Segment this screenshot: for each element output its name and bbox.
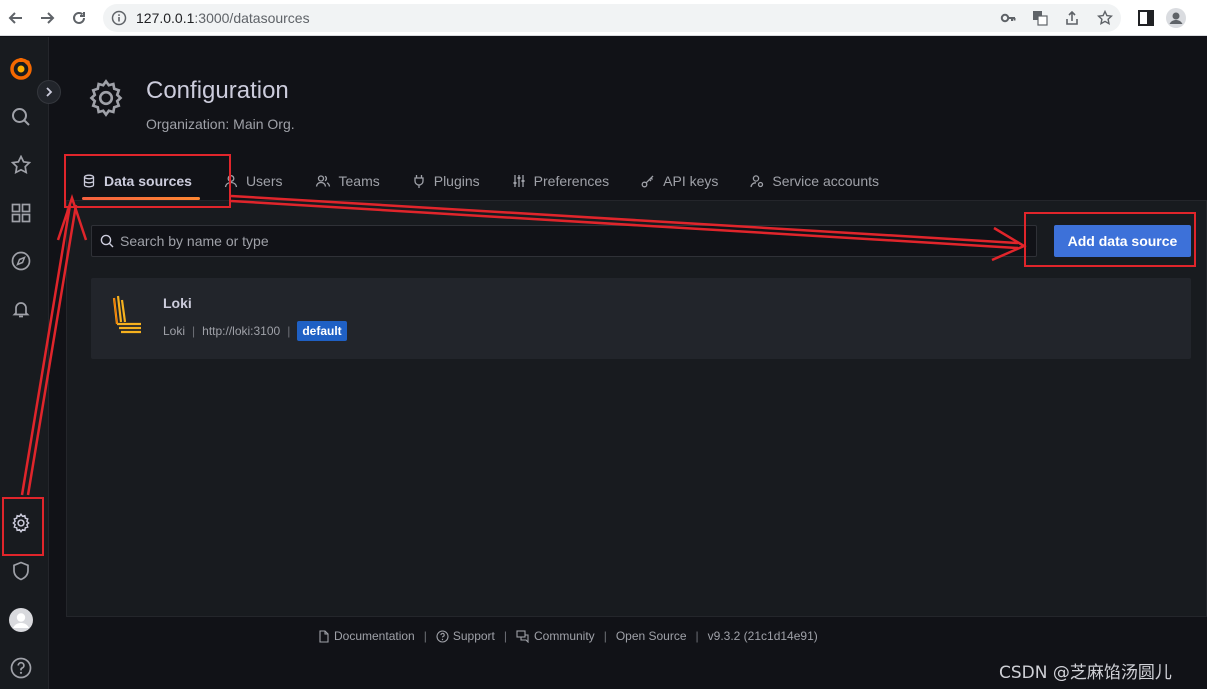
- footer-community-label: Community: [534, 629, 595, 643]
- plug-icon: [414, 175, 424, 188]
- default-badge: default: [297, 321, 347, 341]
- explore-compass-icon[interactable]: [9, 249, 33, 273]
- footer-version: v9.3.2 (21c1d14e91): [708, 629, 818, 643]
- star-icon[interactable]: [1097, 10, 1113, 26]
- share-icon[interactable]: [1064, 10, 1080, 26]
- tab-label: Users: [245, 173, 283, 189]
- datasource-url: http://loki:3100: [202, 324, 281, 338]
- user-cog-icon: [750, 175, 764, 188]
- grafana-sidebar: [0, 37, 49, 689]
- separator: |: [287, 324, 291, 338]
- users-icon: [315, 175, 330, 187]
- datasource-card-loki[interactable]: Loki Loki | http://loki:3100 | default: [91, 278, 1191, 359]
- footer-version-label: v9.3.2 (21c1d14e91): [707, 629, 818, 643]
- footer-support-link[interactable]: Support: [436, 629, 495, 643]
- search-icon: [100, 234, 114, 248]
- server-admin-shield-icon[interactable]: [9, 559, 33, 583]
- main-area: Configuration Organization: Main Org. Da…: [49, 37, 1207, 689]
- page-subtitle: Organization: Main Org.: [146, 116, 295, 132]
- tab-api-keys[interactable]: API keys: [625, 162, 734, 200]
- search-input[interactable]: [120, 226, 1030, 256]
- footer-open-source-label: Open Source: [615, 629, 687, 643]
- question-circle-icon: [436, 629, 449, 643]
- footer-support-label: Support: [452, 629, 495, 643]
- separator: |: [192, 324, 196, 338]
- tab-label: API keys: [663, 173, 719, 189]
- key-icon[interactable]: [1000, 10, 1016, 26]
- profile-avatar-icon[interactable]: [1166, 8, 1186, 28]
- tab-plugins[interactable]: Plugins: [396, 162, 496, 200]
- side-panel-icon[interactable]: [1136, 8, 1156, 28]
- tab-teams[interactable]: Teams: [299, 162, 396, 200]
- sliders-icon: [513, 175, 525, 187]
- tab-label: Teams: [338, 173, 380, 189]
- search-box: [91, 225, 1037, 257]
- footer-documentation-label: Documentation: [334, 629, 415, 643]
- csdn-watermark: CSDN @芝麻馅汤圆儿: [999, 663, 1172, 683]
- tab-label: Plugins: [433, 173, 480, 189]
- tab-label: Service accounts: [772, 173, 879, 189]
- back-arrow-icon[interactable]: [6, 8, 26, 28]
- footer-open-source-link[interactable]: Open Source: [616, 629, 687, 643]
- footer-separator: |: [503, 629, 507, 643]
- starred-icon[interactable]: [9, 153, 33, 177]
- reload-icon[interactable]: [69, 8, 89, 28]
- key-icon: [641, 175, 654, 188]
- tab-service-accounts[interactable]: Service accounts: [734, 162, 895, 200]
- chevron-right-icon: [46, 87, 53, 97]
- page-title: Configuration: [146, 77, 289, 104]
- footer-documentation-link[interactable]: Documentation: [318, 629, 415, 643]
- footer-separator: |: [603, 629, 607, 643]
- comments-icon: [516, 629, 529, 643]
- address-bar[interactable]: 127.0.0.1:3000/datasources: [103, 4, 1121, 32]
- help-icon[interactable]: [9, 656, 33, 680]
- alerting-bell-icon[interactable]: [9, 297, 33, 321]
- info-icon[interactable]: [111, 10, 127, 26]
- expand-sidebar-button[interactable]: [37, 80, 61, 104]
- footer-community-link[interactable]: Community: [516, 629, 595, 643]
- annotation-box-add-data-source: [1024, 212, 1196, 267]
- forward-arrow-icon[interactable]: [37, 8, 57, 28]
- annotation-box-config-gear: [2, 497, 44, 556]
- url-text: 127.0.0.1:3000/datasources: [136, 10, 310, 26]
- translate-icon[interactable]: [1032, 10, 1048, 26]
- tab-preferences[interactable]: Preferences: [496, 162, 625, 200]
- user-avatar-icon[interactable]: [9, 608, 33, 632]
- grafana-logo-icon[interactable]: [9, 57, 33, 81]
- loki-logo-icon: [112, 295, 141, 334]
- annotation-box-data-sources: [64, 154, 231, 208]
- configuration-cog-icon: [89, 79, 123, 117]
- search-icon[interactable]: [9, 105, 33, 129]
- datasource-meta: Loki | http://loki:3100 | default: [163, 321, 347, 341]
- dashboards-icon[interactable]: [9, 201, 33, 225]
- footer: Documentation | Support | Community | Op…: [318, 629, 818, 643]
- footer-separator: |: [423, 629, 427, 643]
- browser-toolbar: 127.0.0.1:3000/datasources: [0, 0, 1207, 36]
- tab-label: Preferences: [533, 173, 610, 189]
- datasource-type: Loki: [163, 324, 186, 338]
- datasource-name: Loki: [163, 295, 192, 311]
- document-icon: [319, 629, 329, 643]
- footer-separator: |: [695, 629, 699, 643]
